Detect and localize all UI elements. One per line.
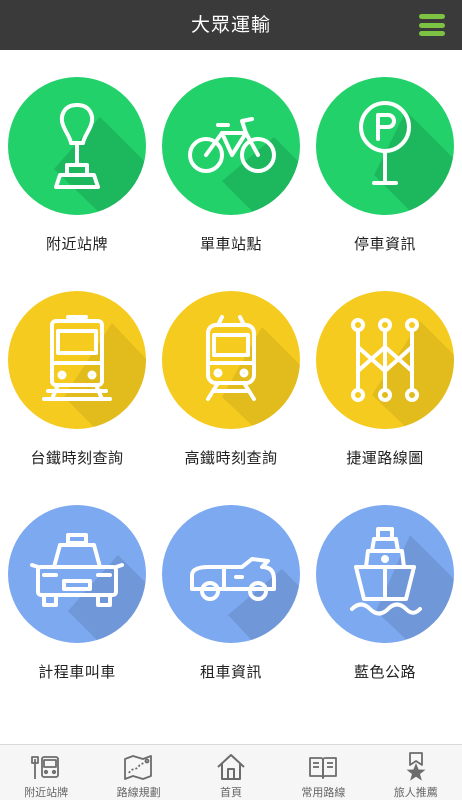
- tile-label: 台鐵時刻查詢: [30, 449, 124, 467]
- tile-circle: [316, 291, 454, 429]
- tile-circle: [316, 505, 454, 643]
- tile-label: 租車資訊: [199, 663, 262, 681]
- tile-parking[interactable]: 停車資訊: [308, 50, 462, 264]
- star-bookmark-icon: [406, 752, 426, 781]
- bottom-tab-bar: 附近站牌 路線規劃 首頁 常用路線 旅人推薦: [0, 744, 462, 800]
- home-icon: [217, 754, 245, 780]
- tab-label: 附近站牌: [24, 786, 69, 799]
- tile-circle: [316, 77, 454, 215]
- tab-route-planning[interactable]: 路線規劃: [92, 745, 184, 800]
- book-icon: [309, 757, 338, 779]
- convertible-car-icon: [190, 557, 276, 601]
- bus-stop-icon: [31, 756, 59, 779]
- tile-label: 停車資訊: [353, 235, 416, 253]
- tile-label: 附近站牌: [45, 235, 108, 253]
- tile-bike-stations[interactable]: 單車站點: [154, 50, 308, 264]
- tile-circle: [162, 505, 300, 643]
- tile-label: 捷運路線圖: [346, 449, 424, 467]
- tile-tra-timetable[interactable]: 台鐵時刻查詢: [0, 264, 154, 478]
- tab-home[interactable]: 首頁: [185, 745, 277, 800]
- parking-sign-icon: [359, 101, 411, 185]
- tile-circle: [8, 291, 146, 429]
- high-speed-rail-icon: [206, 315, 256, 401]
- bicycle-icon: [188, 117, 276, 173]
- tile-label: 高鐵時刻查詢: [184, 449, 278, 467]
- page-title: 大眾運輸: [190, 14, 271, 36]
- ship-icon: [350, 527, 422, 616]
- tile-blue-highway[interactable]: 藍色公路: [308, 478, 462, 692]
- hamburger-menu-icon[interactable]: [419, 14, 445, 36]
- tile-metro-map[interactable]: 捷運路線圖: [308, 264, 462, 478]
- bus-stop-sign-icon: [54, 103, 100, 189]
- tile-car-rental[interactable]: 租車資訊: [154, 478, 308, 692]
- tile-circle: [8, 77, 146, 215]
- metro-map-icon: [351, 318, 419, 402]
- app-header: 大眾運輸: [0, 0, 462, 50]
- tile-label: 藍色公路: [353, 663, 416, 681]
- tab-nearby-stops[interactable]: 附近站牌: [0, 745, 92, 800]
- tab-traveler-picks[interactable]: 旅人推薦: [370, 745, 462, 800]
- tile-label: 單車站點: [199, 235, 262, 253]
- tile-circle: [162, 77, 300, 215]
- tile-taxi[interactable]: 計程車叫車: [0, 478, 154, 692]
- transport-grid: 附近站牌 單車站點 停車資訊 台鐵時刻查詢 高鐵時刻查詢 捷運路線圖 計程車叫車…: [0, 50, 462, 744]
- train-icon: [42, 315, 112, 401]
- tab-favorite-routes[interactable]: 常用路線: [277, 745, 369, 800]
- tab-label: 路線規劃: [116, 786, 161, 799]
- tab-label: 首頁: [219, 786, 242, 799]
- tile-circle: [8, 505, 146, 643]
- tab-label: 常用路線: [301, 786, 346, 799]
- route-map-icon: [124, 755, 153, 780]
- tab-label: 旅人推薦: [393, 786, 438, 799]
- tile-hsr-timetable[interactable]: 高鐵時刻查詢: [154, 264, 308, 478]
- taxi-icon: [30, 533, 124, 607]
- tile-nearby-stops[interactable]: 附近站牌: [0, 50, 154, 264]
- tile-circle: [162, 291, 300, 429]
- tile-label: 計程車叫車: [38, 663, 116, 681]
